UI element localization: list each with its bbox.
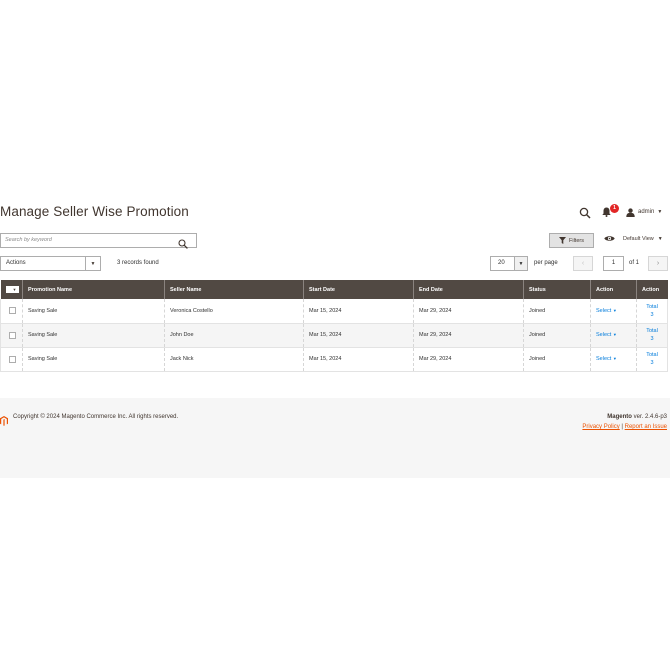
promotion-name-cell: Saving Sale: [22, 299, 165, 324]
eye-icon: [604, 236, 615, 241]
default-view-label: Default View: [623, 235, 654, 242]
footer-links: Privacy Policy | Report an Issue: [582, 424, 667, 430]
notification-count-badge: 1: [610, 204, 619, 213]
total-link[interactable]: Total 3: [642, 327, 662, 343]
records-found-count: 3 records found: [117, 260, 159, 266]
total-cell[interactable]: Total 3: [636, 323, 668, 348]
table-row: Saving Sale Veronica Costello Mar 15, 20…: [0, 299, 668, 324]
privacy-policy-link[interactable]: Privacy Policy: [582, 424, 619, 430]
start-date-cell: Mar 15, 2024: [303, 299, 414, 324]
funnel-icon: [559, 237, 566, 244]
global-search-icon[interactable]: [579, 206, 591, 219]
start-date-cell: Mar 15, 2024: [303, 323, 414, 348]
chevron-down-icon: ▼: [12, 287, 17, 292]
column-header-action: Action: [590, 280, 637, 299]
report-issue-link[interactable]: Report an Issue: [625, 424, 667, 430]
row-checkbox-cell[interactable]: [0, 299, 23, 324]
chevron-left-icon: ‹: [581, 260, 585, 267]
search-input-placeholder[interactable]: Search by keyword: [5, 237, 52, 243]
promotion-name-cell: Saving Sale: [22, 347, 165, 372]
total-cell[interactable]: Total 3: [636, 299, 668, 324]
end-date-cell: Mar 29, 2024: [413, 299, 524, 324]
mass-select-checkbox[interactable]: ▼: [5, 286, 19, 293]
select-action-link[interactable]: Select ▼: [596, 356, 617, 362]
mass-actions-select[interactable]: Actions ▼: [0, 256, 101, 271]
mass-select-header[interactable]: ▼: [0, 280, 23, 299]
row-checkbox[interactable]: [9, 307, 16, 315]
column-header-start-date[interactable]: Start Date: [303, 280, 414, 299]
action-cell[interactable]: Select ▼: [590, 323, 637, 348]
table-row: Saving Sale Jack Nick Mar 15, 2024 Mar 2…: [0, 347, 668, 372]
previous-page-button[interactable]: ‹: [573, 256, 593, 271]
seller-name-cell: Veronica Costello: [164, 299, 304, 324]
keyword-search-field[interactable]: Search by keyword: [0, 233, 197, 249]
actions-label: Actions: [6, 260, 26, 266]
chevron-down-icon: ▼: [85, 257, 100, 270]
magento-version: Magento ver. 2.4.6-p3: [607, 414, 667, 420]
copyright-text: Copyright © 2024 Magento Commerce Inc. A…: [13, 414, 179, 420]
status-cell: Joined: [523, 323, 591, 348]
chevron-down-icon: ▼: [657, 235, 663, 242]
chevron-down-icon: ▼: [612, 307, 617, 313]
select-action-link[interactable]: Select ▼: [596, 308, 617, 314]
search-submit-icon[interactable]: [178, 236, 188, 249]
chevron-down-icon: ▼: [657, 209, 663, 215]
user-icon: [626, 207, 635, 217]
column-header-promotion-name[interactable]: Promotion Name: [22, 280, 165, 299]
page-title: Manage Seller Wise Promotion: [0, 204, 189, 219]
current-page-input[interactable]: 1: [603, 256, 624, 271]
action-cell[interactable]: Select ▼: [590, 347, 637, 372]
chevron-down-icon: ▼: [514, 257, 527, 270]
row-checkbox[interactable]: [9, 355, 16, 363]
next-page-button[interactable]: ›: [648, 256, 668, 271]
notifications-button[interactable]: 1: [602, 204, 619, 218]
start-date-cell: Mar 15, 2024: [303, 347, 414, 372]
page-total-label: of 1: [629, 260, 640, 266]
row-checkbox[interactable]: [9, 331, 16, 339]
filters-label: Filters: [569, 237, 584, 244]
admin-user-menu[interactable]: admin ▼: [626, 206, 662, 218]
column-header-action-total: Action: [636, 280, 668, 299]
end-date-cell: Mar 29, 2024: [413, 323, 524, 348]
status-cell: Joined: [523, 299, 591, 324]
per-page-value: 20: [498, 260, 505, 266]
seller-name-cell: John Doe: [164, 323, 304, 348]
magento-logo-icon: [0, 413, 8, 426]
admin-username: admin: [638, 209, 655, 215]
chevron-down-icon: ▼: [612, 332, 617, 337]
default-view-dropdown[interactable]: Default View ▼: [604, 235, 663, 242]
end-date-cell: Mar 29, 2024: [413, 347, 524, 372]
table-row: Saving Sale John Doe Mar 15, 2024 Mar 29…: [0, 323, 668, 348]
column-header-seller-name[interactable]: Seller Name: [164, 280, 304, 299]
filters-button[interactable]: Filters: [549, 233, 594, 248]
seller-name-cell: Jack Nick: [164, 347, 304, 372]
per-page-select[interactable]: 20 ▼: [490, 256, 528, 271]
per-page-label: per page: [534, 260, 558, 266]
page-footer: Copyright © 2024 Magento Commerce Inc. A…: [0, 398, 670, 478]
column-header-end-date[interactable]: End Date: [413, 280, 524, 299]
chevron-down-icon: ▼: [612, 356, 617, 361]
total-cell[interactable]: Total 3: [636, 347, 668, 372]
total-link[interactable]: Total 3: [642, 351, 662, 367]
row-checkbox-cell[interactable]: [0, 347, 23, 372]
select-action-link[interactable]: Select ▼: [596, 332, 617, 338]
promotion-name-cell: Saving Sale: [22, 323, 165, 348]
chevron-right-icon: ›: [656, 260, 660, 267]
grid-header-row: ▼ Promotion Name Seller Name Start Date …: [0, 280, 668, 299]
total-link[interactable]: Total 3: [642, 303, 662, 319]
row-checkbox-cell[interactable]: [0, 323, 23, 348]
promotion-grid: ▼ Promotion Name Seller Name Start Date …: [0, 280, 668, 372]
status-cell: Joined: [523, 347, 591, 372]
action-cell[interactable]: Select ▼: [590, 299, 637, 324]
column-header-status[interactable]: Status: [523, 280, 591, 299]
